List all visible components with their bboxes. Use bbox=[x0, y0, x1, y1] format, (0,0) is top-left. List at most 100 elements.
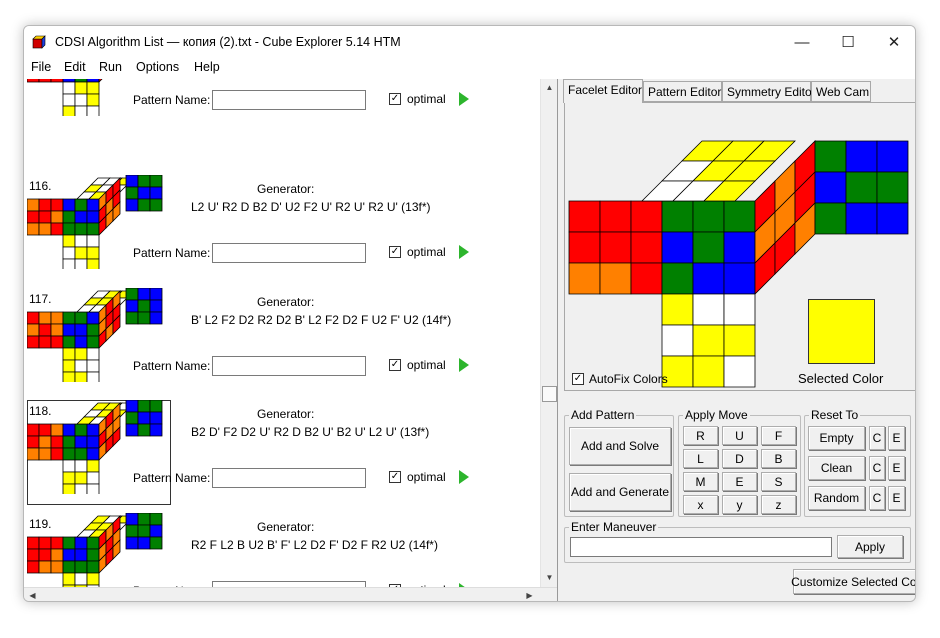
facelet bbox=[74, 359, 88, 373]
menu-help[interactable]: Help bbox=[194, 60, 220, 74]
reset-empty-c-button[interactable]: C bbox=[869, 426, 885, 450]
scroll-down-icon[interactable]: ▼ bbox=[542, 570, 557, 585]
vertical-scrollbar[interactable]: ▲ ▼ bbox=[540, 79, 557, 587]
move-l-button[interactable]: L bbox=[683, 449, 718, 468]
pattern-name-label: Pattern Name: bbox=[133, 93, 211, 107]
reset-random-e-button[interactable]: E bbox=[888, 486, 905, 510]
play-icon[interactable] bbox=[459, 92, 469, 106]
move-e-button[interactable]: E bbox=[722, 472, 757, 491]
apply-maneuver-button[interactable]: Apply bbox=[837, 535, 903, 558]
maneuver-input[interactable] bbox=[570, 537, 832, 557]
facelet bbox=[692, 262, 725, 295]
reset-random-button[interactable]: Random bbox=[808, 486, 865, 510]
autofix-checkbox[interactable]: ✓ bbox=[572, 373, 584, 385]
scroll-thumb[interactable] bbox=[542, 386, 557, 402]
facelet bbox=[876, 171, 909, 204]
facelet bbox=[137, 288, 151, 301]
reset-empty-button[interactable]: Empty bbox=[808, 426, 865, 450]
facelet bbox=[149, 400, 163, 413]
pattern-name-input[interactable] bbox=[212, 90, 366, 110]
pattern-name-input[interactable] bbox=[212, 468, 366, 488]
optimal-label: optimal bbox=[407, 245, 446, 259]
reset-clean-button[interactable]: Clean bbox=[808, 456, 865, 480]
move-z-button[interactable]: z bbox=[761, 495, 796, 514]
facelet bbox=[62, 198, 76, 212]
scroll-up-icon[interactable]: ▲ bbox=[542, 80, 557, 95]
facelet bbox=[74, 246, 88, 260]
facelet bbox=[86, 359, 100, 373]
reset-random-c-button[interactable]: C bbox=[869, 486, 885, 510]
facelet bbox=[62, 323, 76, 337]
list-item[interactable]: 119. Generator: R2 F L2 B U2 B' F' L2 D2… bbox=[24, 513, 540, 587]
reset-empty-e-button[interactable]: E bbox=[888, 426, 905, 450]
play-icon[interactable] bbox=[459, 245, 469, 259]
close-button[interactable]: ✕ bbox=[871, 26, 915, 58]
facelet bbox=[62, 335, 76, 349]
facelet bbox=[149, 524, 163, 538]
pattern-name-input[interactable] bbox=[212, 356, 366, 376]
tab-symmetry-editor[interactable]: Symmetry Editor bbox=[722, 81, 816, 102]
optimal-label: optimal bbox=[407, 358, 446, 372]
optimal-checkbox[interactable]: ✓ bbox=[389, 93, 401, 105]
selected-color-swatch[interactable] bbox=[808, 299, 875, 364]
move-b-button[interactable]: B bbox=[761, 449, 796, 468]
menu-run[interactable]: Run bbox=[99, 60, 122, 74]
facelet bbox=[86, 311, 100, 325]
reset-clean-e-button[interactable]: E bbox=[888, 456, 905, 480]
facelet bbox=[74, 311, 88, 325]
facelet bbox=[876, 140, 909, 173]
list-item[interactable]: 117. Generator: B' L2 F2 D2 R2 D2 B' L2 … bbox=[24, 288, 540, 401]
list-item-selected[interactable]: 118. Generator: B2 D' F2 D2 U' R2 D B2 U… bbox=[24, 400, 540, 513]
facelet bbox=[149, 198, 163, 212]
facelet bbox=[62, 81, 76, 95]
tab-pattern-editor[interactable]: Pattern Editor bbox=[643, 81, 722, 102]
play-icon[interactable] bbox=[459, 470, 469, 484]
tab-facelet-editor[interactable]: Facelet Editor bbox=[563, 79, 643, 103]
move-d-button[interactable]: D bbox=[722, 449, 757, 468]
reset-clean-c-button[interactable]: C bbox=[869, 456, 885, 480]
facelet bbox=[814, 171, 847, 204]
list-item[interactable]: 116. Generator: L2 U' R2 D B2 D' U2 F2 U… bbox=[24, 175, 540, 288]
minimize-button[interactable]: — bbox=[779, 26, 825, 58]
move-u-button[interactable]: U bbox=[722, 426, 757, 445]
pattern-name-input[interactable] bbox=[212, 243, 366, 263]
optimal-checkbox[interactable]: ✓ bbox=[389, 359, 401, 371]
facelet bbox=[86, 258, 100, 269]
facelet bbox=[74, 447, 88, 461]
facelet bbox=[661, 293, 694, 326]
move-r-button[interactable]: R bbox=[683, 426, 718, 445]
play-icon[interactable] bbox=[459, 358, 469, 372]
facelet bbox=[125, 524, 139, 538]
menu-file[interactable]: File bbox=[31, 60, 51, 74]
move-f-button[interactable]: F bbox=[761, 426, 796, 445]
move-s-button[interactable]: S bbox=[761, 472, 796, 491]
add-and-solve-button[interactable]: Add and Solve bbox=[569, 427, 671, 465]
facelet bbox=[568, 200, 601, 233]
tab-web-cam[interactable]: Web Cam bbox=[811, 81, 871, 102]
facelet bbox=[27, 435, 40, 449]
facelet bbox=[723, 293, 756, 326]
menu-options[interactable]: Options bbox=[136, 60, 179, 74]
scroll-left-icon[interactable]: ◀ bbox=[25, 588, 40, 601]
maximize-button[interactable]: ☐ bbox=[825, 26, 871, 58]
optimal-checkbox[interactable]: ✓ bbox=[389, 246, 401, 258]
generator-label: Generator: bbox=[257, 520, 315, 534]
algorithm-list[interactable]: Pattern Name: ✓ optimal 116. Generator: … bbox=[24, 79, 557, 587]
facelet bbox=[50, 222, 64, 236]
facelet bbox=[723, 231, 756, 264]
customize-color-button[interactable]: Customize Selected Color bbox=[791, 569, 915, 594]
facelet bbox=[86, 548, 100, 562]
facelet bbox=[723, 324, 756, 357]
move-x-button[interactable]: x bbox=[683, 495, 718, 514]
menu-edit[interactable]: Edit bbox=[64, 60, 86, 74]
optimal-checkbox[interactable]: ✓ bbox=[389, 471, 401, 483]
scroll-right-icon[interactable]: ▶ bbox=[522, 588, 537, 601]
facelet bbox=[149, 299, 163, 313]
move-y-button[interactable]: y bbox=[722, 495, 757, 514]
list-item[interactable]: Pattern Name: ✓ optimal bbox=[24, 79, 540, 135]
move-m-button[interactable]: M bbox=[683, 472, 718, 491]
horizontal-scrollbar[interactable]: ◀ ▶ bbox=[24, 587, 557, 601]
facelet bbox=[125, 423, 139, 437]
add-and-generate-button[interactable]: Add and Generate bbox=[569, 473, 671, 511]
generator-label: Generator: bbox=[257, 295, 315, 309]
